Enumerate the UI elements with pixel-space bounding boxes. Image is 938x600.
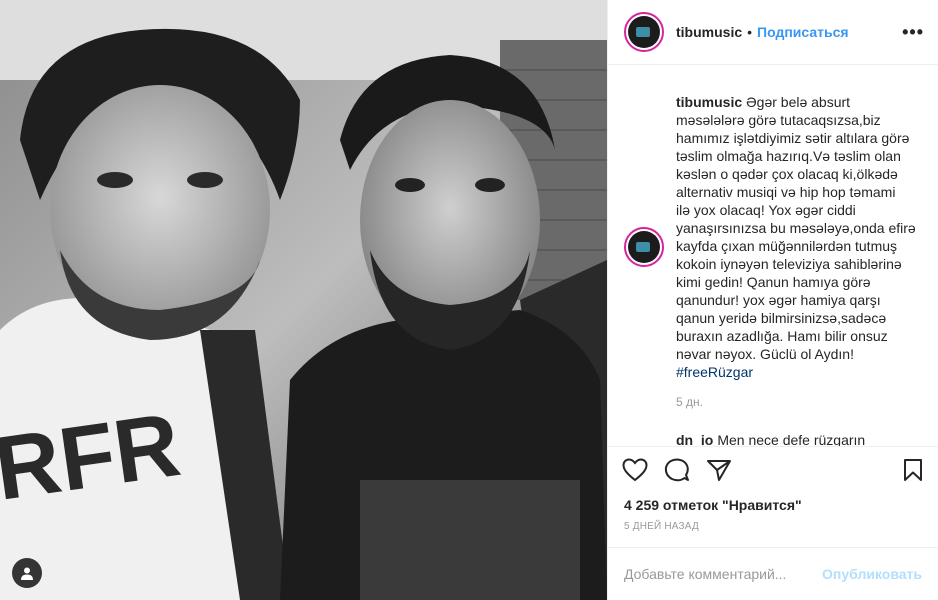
caption-line: kokoin iynəyən televiziya sahiblərinə xyxy=(676,256,902,273)
caption-username[interactable]: tibumusic xyxy=(676,94,742,110)
photo-image: RFR xyxy=(0,0,607,600)
publish-button[interactable]: Опубликовать xyxy=(822,566,922,582)
bookmark-icon xyxy=(904,458,922,481)
comment-button[interactable] xyxy=(664,458,690,487)
caption-text: tibumusic Əgər belə absurt məsələlərə gör… xyxy=(676,93,916,381)
post-date[interactable]: 5 ДНЕЙ НАЗАД xyxy=(608,521,938,547)
caption-line: kəslən o qədər çox olacaq ki,ölkədə xyxy=(676,166,898,183)
user-tag-icon xyxy=(21,567,33,580)
heart-icon xyxy=(622,458,648,481)
instagram-post: RFR tibumusic • Подписаться ••• tibumusi… xyxy=(0,0,938,600)
caption-line: alternativ musiqi və hip hop təmami xyxy=(676,184,896,201)
caption-line: ilə yox olacaq! Yox əgər ciddi xyxy=(676,202,856,219)
follow-button[interactable]: Подписаться xyxy=(757,24,849,40)
caption-line: qanun yeridə bilmirsinizsə,sadəcə xyxy=(676,310,887,327)
post-header: tibumusic • Подписаться ••• xyxy=(608,0,938,66)
caption-line: kimi gedin! Qanun hamıya görə xyxy=(676,274,871,291)
share-button[interactable] xyxy=(706,458,732,487)
caption-line: Əgər belə absurt xyxy=(746,94,851,111)
caption-line: məsələlərə görə tutacaqsızsa,biz xyxy=(676,112,881,129)
comment-text: Men nece defe rüzgarın xyxy=(717,432,866,446)
caption-line: hamımız işlətdiyimiz sətir altılara görə xyxy=(676,130,910,147)
like-button[interactable] xyxy=(622,458,648,487)
author-username[interactable]: tibumusic xyxy=(676,24,742,40)
comment-icon xyxy=(664,458,689,481)
action-bar xyxy=(608,445,938,497)
share-icon xyxy=(707,459,731,481)
caption-line: təslim olmağa hazırıq.Və təslim olan xyxy=(676,148,901,165)
comments-section[interactable]: tibumusic Əgər belə absurt məsələlərə gör… xyxy=(608,65,938,446)
author-avatar[interactable] xyxy=(624,12,664,53)
caption-line: kayfda çıxan müğənnilərdən tutmuş xyxy=(676,238,898,255)
more-options-icon[interactable]: ••• xyxy=(902,22,924,43)
comment-item: dn_io Men nece defe rüzgarın xyxy=(676,432,922,446)
post-photo[interactable]: RFR xyxy=(0,0,607,600)
likes-count[interactable]: 4 259 отметок "Нравится" xyxy=(608,497,938,519)
comment-input[interactable] xyxy=(624,565,823,582)
tag-people-button[interactable] xyxy=(12,558,42,588)
caption-avatar[interactable] xyxy=(624,227,664,268)
caption-line: yanaşırsınızsa bu məsələyə,onda efirə xyxy=(676,220,916,237)
caption-line: qanundur! yox əgər hamiya qarşı xyxy=(676,292,881,309)
caption: tibumusic Əgər belə absurt məsələlərə gör… xyxy=(624,93,922,381)
header-separator: • xyxy=(747,24,753,41)
hashtag-link[interactable]: #freeRüzgar xyxy=(676,364,753,380)
add-comment-bar: Опубликовать xyxy=(608,546,938,600)
save-button[interactable] xyxy=(902,458,924,487)
post-sidebar: tibumusic • Подписаться ••• tibumusic Əgə… xyxy=(607,0,938,600)
caption-line: buraxın azadlığa. Hamı bilir onsuz xyxy=(676,328,888,345)
caption-timestamp[interactable]: 5 дн. xyxy=(676,395,922,409)
comment-username[interactable]: dn_io xyxy=(676,432,713,446)
caption-line: nəvar nəyox. Güclü ol Aydın! xyxy=(676,346,854,363)
